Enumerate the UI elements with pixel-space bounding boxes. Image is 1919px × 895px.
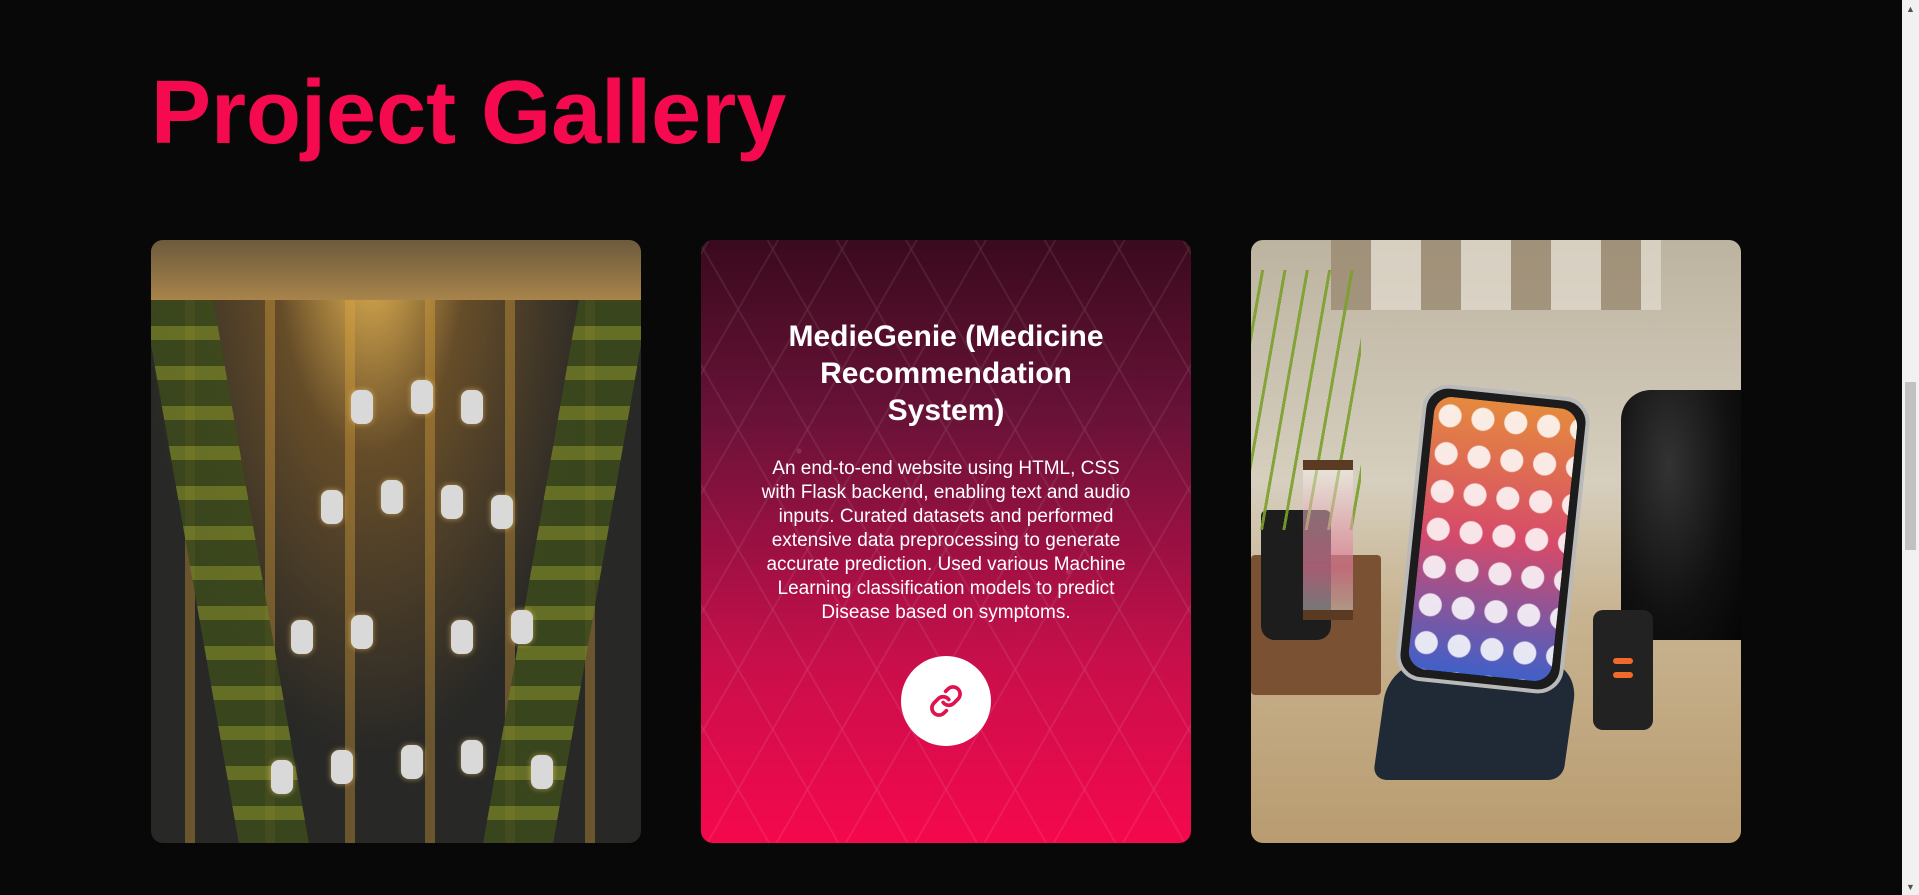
car: [411, 380, 433, 414]
usb-port: [1613, 672, 1633, 678]
car: [351, 390, 373, 424]
car: [291, 620, 313, 654]
gallery-card-parking-lot-image[interactable]: [151, 240, 641, 843]
chevron-up-icon[interactable]: ▲: [1902, 0, 1919, 17]
project-card-content: MedieGenie (Medicine Recommendation Syst…: [701, 240, 1191, 746]
car: [321, 490, 343, 524]
power-adapter: [1593, 610, 1653, 730]
smartphone-home-screen: [1407, 395, 1579, 683]
building-backdrop: [151, 240, 641, 300]
car: [451, 620, 473, 654]
camera-lens: [1621, 390, 1741, 640]
gallery-cards: MedieGenie (Medicine Recommendation Syst…: [151, 240, 1741, 843]
project-description: An end-to-end website using HTML, CSS wi…: [761, 458, 1131, 623]
gallery-card-project: MedieGenie (Medicine Recommendation Syst…: [701, 240, 1191, 843]
car: [331, 750, 353, 784]
window-blinds-backdrop: [1331, 240, 1661, 310]
hourglass: [1303, 460, 1353, 620]
vertical-scrollbar[interactable]: ▲ ▼: [1902, 0, 1919, 895]
car: [351, 615, 373, 649]
car: [381, 480, 403, 514]
chevron-down-icon[interactable]: ▼: [1902, 878, 1919, 895]
page-title: Project Gallery: [151, 63, 787, 163]
gallery-card-smartphone-image[interactable]: [1251, 240, 1741, 843]
car: [491, 495, 513, 529]
car: [441, 485, 463, 519]
smartphone: [1393, 382, 1593, 696]
car: [511, 610, 533, 644]
project-title: MedieGenie (Medicine Recommendation Syst…: [788, 320, 1104, 427]
car: [401, 745, 423, 779]
car: [531, 755, 553, 789]
project-link-button[interactable]: [901, 656, 991, 746]
scrollbar-thumb[interactable]: [1905, 382, 1916, 550]
link-icon: [930, 685, 962, 717]
car: [461, 390, 483, 424]
usb-port: [1613, 658, 1633, 664]
car: [461, 740, 483, 774]
tree-row-right: [483, 300, 641, 843]
car: [271, 760, 293, 794]
